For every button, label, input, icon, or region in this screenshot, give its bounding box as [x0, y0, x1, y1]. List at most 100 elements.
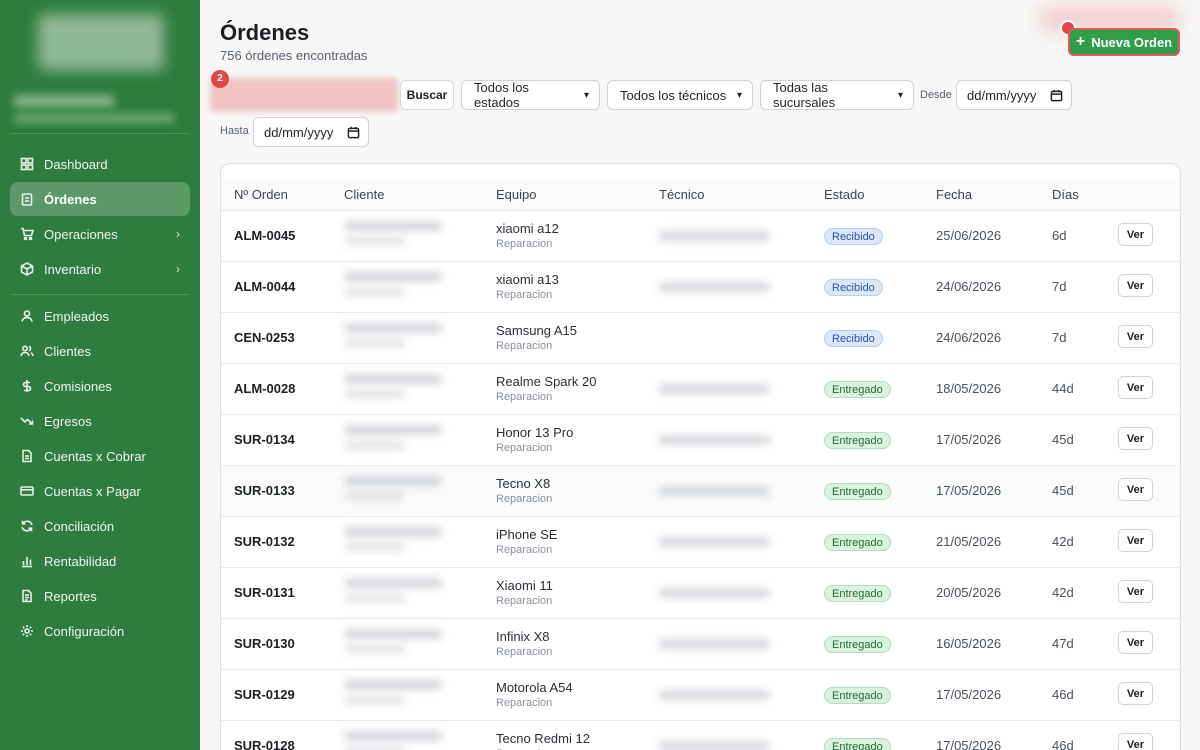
column-header: Técnico [659, 187, 705, 202]
table-row[interactable]: ALM-0045 xiaomi a12 Reparacion Recibido 25/0… [221, 211, 1180, 262]
sidebar-item-cuentas-x-cobrar[interactable]: Cuentas x Cobrar [10, 439, 190, 473]
technician-redacted [651, 533, 791, 551]
sidebar-item-reportes[interactable]: Reportes [10, 579, 190, 613]
sidebar-item-rentabilidad[interactable]: Rentabilidad [10, 544, 190, 578]
table-row[interactable]: ALM-0028 Realme Spark 20 Reparacion Entrega… [221, 364, 1180, 415]
search-button[interactable]: Buscar [400, 80, 454, 110]
equipment-cell: xiaomi a12 Reparacion [496, 221, 559, 250]
sidebar-divider [10, 294, 190, 295]
sidebar-item-label: Configuración [44, 623, 125, 639]
status-badge: Recibido [824, 279, 883, 296]
order-number: SUR-0132 [234, 534, 295, 549]
status-badge: Entregado [824, 585, 891, 602]
bar-chart-icon [20, 554, 34, 568]
technician-redacted [651, 431, 791, 449]
plus-icon: + [1075, 33, 1086, 50]
service-type: Reparacion [496, 340, 553, 352]
dollar-icon [20, 379, 34, 393]
equipment-name: xiaomi a12 [496, 221, 559, 236]
equipment-cell: Xiaomi 11 Reparacion [496, 578, 553, 607]
view-button[interactable]: Ver [1118, 325, 1153, 348]
sidebar: Dashboard Órdenes Operaciones › Inventario › E… [0, 0, 200, 750]
sidebar-item-inventario[interactable]: Inventario › [10, 252, 190, 286]
equipment-name: Realme Spark 20 [496, 374, 597, 389]
status-badge: Entregado [824, 381, 891, 398]
technician-select[interactable]: Todos los técnicos ▾ [607, 80, 753, 110]
to-date-input[interactable]: dd/mm/yyyy [253, 117, 369, 147]
table-row[interactable]: SUR-0128 Tecno Redmi 12Reparacion Entregad… [221, 721, 1180, 750]
box-icon [20, 262, 34, 276]
order-number: SUR-0129 [234, 687, 295, 702]
table-row[interactable]: SUR-0130 Infinix X8 Reparacion Entregado 16/… [221, 619, 1180, 670]
chevron-down-icon: ▾ [897, 89, 903, 101]
technician-redacted [651, 686, 791, 704]
table-row[interactable]: CEN-0253 Samsung A15 Reparacion Recibido 24/… [221, 313, 1180, 364]
table-row[interactable]: ALM-0044 xiaomi a13 Reparacion Recibido 24/0… [221, 262, 1180, 313]
sidebar-item-label: Conciliación [44, 518, 115, 534]
client-name-redacted [341, 731, 483, 750]
sidebar-item-operaciones[interactable]: Operaciones › [10, 217, 190, 251]
document-icon [20, 449, 34, 463]
status-select[interactable]: Todos los estados ▾ [461, 80, 600, 110]
sidebar-item-egresos[interactable]: Egresos [10, 404, 190, 438]
table-row[interactable]: SUR-0131 Xiaomi 11 Reparacion Entregado 20/0… [221, 568, 1180, 619]
view-button[interactable]: Ver [1118, 580, 1153, 603]
status-badge: Entregado [824, 738, 891, 750]
service-type: Reparacion [496, 595, 553, 607]
service-type: Reparacion [496, 289, 553, 301]
sidebar-item-configuración[interactable]: Configuración [10, 614, 190, 648]
view-button[interactable]: Ver [1118, 529, 1153, 552]
status-badge: Entregado [824, 432, 891, 449]
order-date: 17/05/2026 [936, 483, 1002, 498]
table-row[interactable]: SUR-0129 Motorola A54 Reparacion Entregado 1… [221, 670, 1180, 721]
view-button[interactable]: Ver [1118, 376, 1153, 399]
sidebar-item-empleados[interactable]: Empleados [10, 299, 190, 333]
service-type: Reparacion [496, 544, 553, 556]
client-name-redacted [341, 323, 483, 355]
status-select-value: Todos los estados [474, 80, 529, 110]
table-row[interactable]: SUR-0134 Honor 13 Pro Reparacion Entregado 1… [221, 415, 1180, 466]
days-open: 45d [1052, 432, 1074, 447]
sidebar-item-conciliación[interactable]: Conciliación [10, 509, 190, 543]
days-open: 7d [1052, 279, 1067, 294]
cart-icon [20, 227, 34, 241]
view-button[interactable]: Ver [1118, 427, 1153, 450]
sidebar-item-cuentas-x-pagar[interactable]: Cuentas x Pagar [10, 474, 190, 508]
new-order-label: Nueva Orden [1091, 34, 1173, 50]
sidebar-item-dashboard[interactable]: Dashboard [10, 147, 190, 181]
view-button[interactable]: Ver [1118, 631, 1153, 654]
app-logo [38, 14, 164, 70]
sidebar-item-clientes[interactable]: Clientes [10, 334, 190, 368]
view-button[interactable]: Ver [1118, 223, 1153, 246]
technician-redacted [651, 227, 791, 245]
view-button[interactable]: Ver [1118, 682, 1153, 705]
sidebar-item-label: Dashboard [44, 156, 108, 172]
orders-table: Nº Orden Cliente Equipo Técnico Estado F… [220, 163, 1181, 750]
table-row[interactable]: SUR-0133 Tecno X8 Reparacion Entregado 17/05… [221, 466, 1180, 517]
sidebar-item-label: Reportes [44, 588, 97, 604]
service-type: Reparacion [496, 697, 553, 709]
equipment-cell: Tecno X8 Reparacion [496, 476, 552, 505]
search-input[interactable] [210, 78, 398, 112]
equipment-name: Xiaomi 11 [496, 578, 553, 593]
view-button[interactable]: Ver [1118, 733, 1153, 750]
days-open: 45d [1052, 483, 1074, 498]
status-badge: Entregado [824, 687, 891, 704]
order-date: 21/05/2026 [936, 534, 1002, 549]
order-date: 16/05/2026 [936, 636, 1002, 651]
view-button[interactable]: Ver [1118, 478, 1153, 501]
sidebar-divider [10, 133, 190, 134]
technician-redacted [651, 278, 791, 296]
order-date: 24/06/2026 [936, 279, 1002, 294]
branch-select[interactable]: Todas las sucursales ▾ [760, 80, 914, 110]
calendar-icon [1050, 89, 1063, 101]
view-button[interactable]: Ver [1118, 274, 1153, 297]
new-order-button[interactable]: + Nueva Orden [1068, 28, 1180, 56]
service-type: Reparacion [496, 646, 553, 658]
results-count: 756 órdenes encontradas [220, 48, 368, 63]
sidebar-item-órdenes[interactable]: Órdenes [10, 182, 190, 216]
table-row[interactable]: SUR-0132 iPhone SE Reparacion Entregado 21/0… [221, 517, 1180, 568]
from-date-input[interactable]: dd/mm/yyyy [956, 80, 1072, 110]
sidebar-item-comisiones[interactable]: Comisiones [10, 369, 190, 403]
order-number: SUR-0133 [234, 483, 295, 498]
